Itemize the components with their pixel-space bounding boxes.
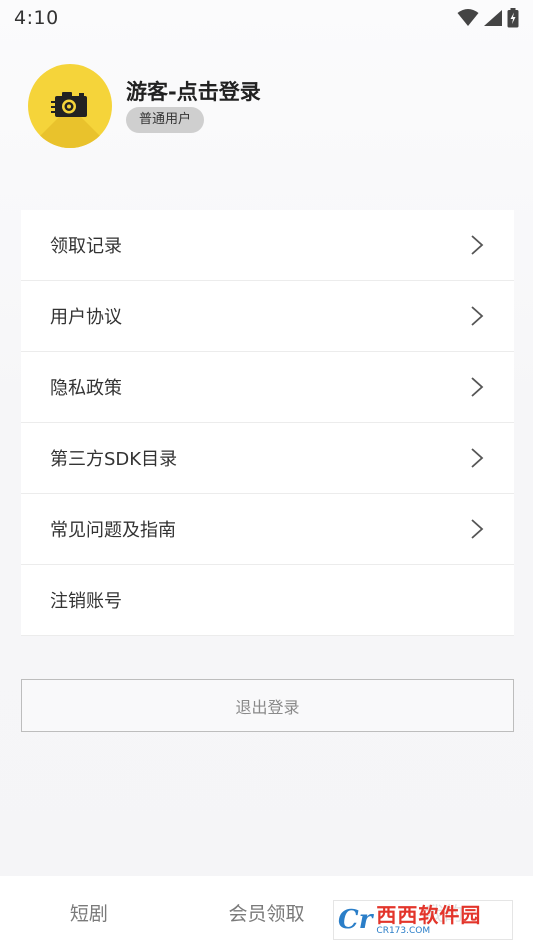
- menu-item-label: 隐私政策: [50, 378, 122, 399]
- settings-menu: 领取记录 用户协议 隐私政策 第三方SDK目录 常见问题及指南 注销账号: [21, 210, 514, 636]
- profile-info: 游客-点击登录 普通用户: [126, 79, 261, 133]
- chevron-right-icon: [470, 234, 484, 256]
- watermark-logo: Cr 西西软件园 CR173.COM: [333, 900, 513, 940]
- camera-icon: [50, 88, 90, 124]
- profile-header[interactable]: 游客-点击登录 普通用户: [28, 64, 261, 148]
- menu-item-label: 注销账号: [50, 591, 122, 612]
- watermark-mark: Cr: [338, 905, 373, 935]
- menu-item-label: 用户协议: [50, 307, 122, 328]
- cellular-signal-icon: [483, 9, 503, 27]
- watermark-main: 西西软件园: [376, 902, 482, 927]
- menu-item-claim-records[interactable]: 领取记录: [21, 210, 514, 281]
- watermark-sub: CR173.COM: [376, 925, 431, 936]
- tab-short-drama[interactable]: 短剧: [0, 899, 178, 926]
- chevron-right-icon: [470, 376, 484, 398]
- avatar[interactable]: [28, 64, 112, 148]
- user-level-badge: 普通用户: [126, 107, 205, 133]
- menu-item-label: 领取记录: [50, 236, 122, 257]
- status-bar: 4:10: [0, 0, 533, 36]
- profile-screen: 4:10 游客-点击登录 普通用户 领取记录 用户协议 隐私政策 第三方SDK目…: [0, 0, 533, 948]
- chevron-right-icon: [470, 518, 484, 540]
- menu-item-delete-account[interactable]: 注销账号: [21, 565, 514, 636]
- chevron-right-icon: [470, 447, 484, 469]
- logout-button[interactable]: 退出登录: [21, 679, 514, 732]
- menu-item-third-party-sdk[interactable]: 第三方SDK目录: [21, 423, 514, 494]
- tab-member-claim[interactable]: 会员领取: [178, 899, 356, 926]
- menu-item-privacy-policy[interactable]: 隐私政策: [21, 352, 514, 423]
- login-prompt[interactable]: 游客-点击登录: [126, 79, 261, 105]
- menu-item-label: 第三方SDK目录: [50, 449, 178, 470]
- menu-item-faq-guide[interactable]: 常见问题及指南: [21, 494, 514, 565]
- status-icons: [457, 8, 519, 28]
- menu-item-user-agreement[interactable]: 用户协议: [21, 281, 514, 352]
- menu-item-label: 常见问题及指南: [50, 520, 176, 541]
- battery-charging-icon: [507, 8, 519, 28]
- chevron-right-icon: [470, 305, 484, 327]
- wifi-icon: [457, 9, 479, 27]
- status-time: 4:10: [14, 7, 59, 29]
